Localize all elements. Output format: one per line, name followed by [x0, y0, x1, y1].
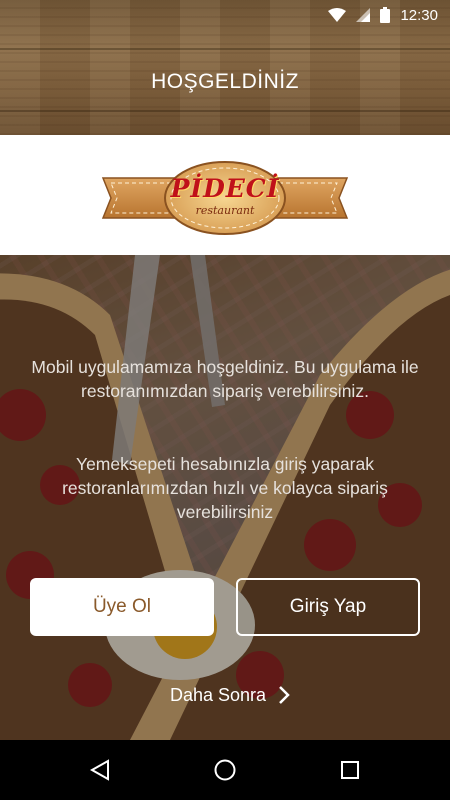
page-title: HOŞGELDİNİZ: [151, 70, 299, 93]
back-icon[interactable]: [85, 755, 115, 785]
navigation-bar: [0, 740, 450, 800]
wifi-icon: [328, 8, 347, 22]
logo-name: PİDECİ: [170, 174, 280, 203]
login-button[interactable]: Giriş Yap: [236, 578, 420, 636]
later-link[interactable]: Daha Sonra: [150, 680, 310, 710]
status-bar: 12:30: [0, 0, 450, 30]
hero-background: Mobil uygulamamıza hoşgeldiniz. Bu uygul…: [0, 255, 450, 740]
later-label: Daha Sonra: [169, 684, 267, 705]
welcome-message: Mobil uygulamamıza hoşgeldiniz. Bu uygul…: [31, 357, 419, 401]
status-time: 12:30: [400, 6, 438, 24]
register-button[interactable]: Üye Ol: [30, 578, 214, 636]
plank-divider: [0, 110, 450, 112]
battery-icon: [380, 7, 391, 23]
wood-header: 12:30 HOŞGELDİNİZ: [0, 0, 450, 135]
logo-subtitle: restaurant: [195, 204, 255, 217]
chevron-right-icon: [278, 685, 290, 705]
plank-divider: [0, 48, 450, 50]
restaurant-logo: PİDECİ restaurant: [97, 160, 353, 236]
recent-apps-icon[interactable]: [335, 755, 365, 785]
logo-band: PİDECİ restaurant: [0, 135, 450, 255]
signal-icon: [356, 8, 371, 22]
yemeksepeti-message: Yemeksepeti hesabınızla giriş yaparak re…: [62, 454, 388, 522]
home-icon[interactable]: [210, 755, 240, 785]
